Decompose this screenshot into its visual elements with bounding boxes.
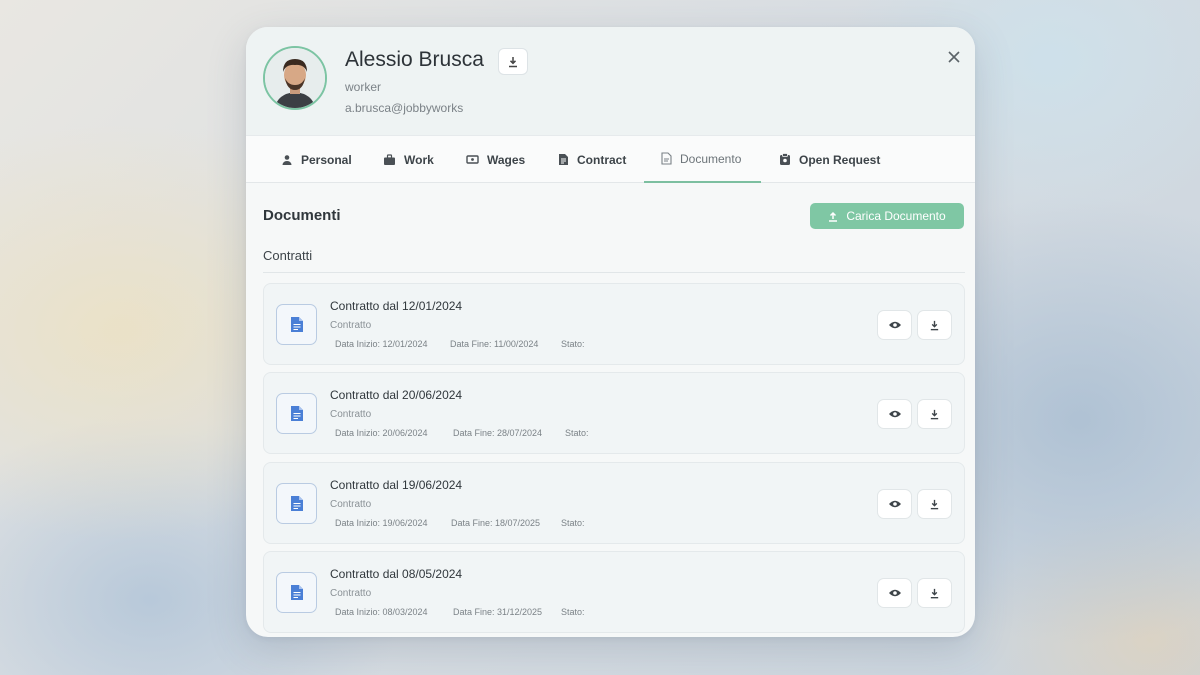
end-date: Data Fine: 31/12/2025 [453, 607, 543, 617]
end-date: Data Fine: 28/07/2024 [453, 428, 543, 438]
eye-icon [888, 589, 901, 597]
start-date: Data Inizio: 20/06/2024 [335, 428, 428, 438]
group-title: Contratti [263, 248, 313, 263]
document-type: Contratto [330, 409, 372, 420]
document-type: Contratto [330, 320, 372, 331]
tab-personal[interactable]: Personal [281, 136, 352, 183]
eye-icon [888, 321, 901, 329]
wallet-icon [466, 155, 479, 164]
upload-document-label: Carica Documento [846, 209, 946, 223]
eye-icon [888, 500, 901, 508]
profile-header: Alessio Brusca worker a.brusca@jobbywork… [246, 27, 975, 135]
document-type: Contratto [330, 499, 372, 510]
download-icon [930, 588, 939, 598]
view-document-button[interactable] [877, 489, 912, 519]
tab-work[interactable]: Work [383, 136, 434, 183]
tab-contract[interactable]: Contract [558, 136, 626, 183]
upload-document-button[interactable]: Carica Documento [810, 203, 964, 229]
tab-label: Work [404, 152, 434, 167]
download-icon [930, 499, 939, 509]
document-title: Contratto dal 19/06/2024 [330, 478, 463, 492]
file-icon [276, 393, 317, 434]
document-title: Contratto dal 08/05/2024 [330, 567, 463, 581]
status-label: Stato: [565, 428, 589, 438]
user-role: worker [345, 80, 382, 94]
document-title: Contratto dal 12/01/2024 [330, 299, 463, 313]
tab-label: Wages [487, 152, 526, 167]
download-document-button[interactable] [917, 578, 952, 608]
tab-label: Open Request [799, 152, 881, 167]
document-type: Contratto [330, 588, 372, 599]
divider [263, 272, 965, 273]
person-icon [282, 154, 292, 165]
status-label: Stato: [561, 607, 585, 617]
eye-icon [888, 410, 901, 418]
user-email: a.brusca@jobbyworks [345, 101, 464, 115]
tab-label: Documento [680, 151, 742, 166]
file-icon [276, 572, 317, 613]
document-card: Contratto dal 08/05/2024 Contratto Data … [263, 551, 965, 633]
tab-open-request[interactable]: Open Request [779, 136, 880, 183]
file-icon [276, 304, 317, 345]
tab-bar: Personal Work Wages Contract Documento O… [246, 135, 975, 183]
request-icon [780, 153, 790, 165]
end-date: Data Fine: 18/07/2025 [451, 518, 541, 528]
avatar [263, 46, 327, 110]
close-button[interactable] [944, 47, 964, 67]
download-profile-button[interactable] [498, 48, 528, 75]
view-document-button[interactable] [877, 578, 912, 608]
document-title: Contratto dal 20/06/2024 [330, 388, 463, 402]
status-label: Stato: [561, 518, 585, 528]
view-document-button[interactable] [877, 399, 912, 429]
briefcase-icon [384, 153, 395, 165]
document-card: Contratto dal 19/06/2024 Contratto Data … [263, 462, 965, 544]
download-icon [509, 56, 517, 67]
contract-icon [559, 154, 568, 165]
document-icon [661, 152, 672, 165]
view-document-button[interactable] [877, 310, 912, 340]
user-name: Alessio Brusca [345, 48, 484, 71]
section-title: Documenti [263, 207, 341, 224]
download-document-button[interactable] [917, 399, 952, 429]
worker-profile-modal: Alessio Brusca worker a.brusca@jobbywork… [246, 27, 975, 637]
file-icon [276, 483, 317, 524]
tab-label: Contract [577, 152, 627, 167]
start-date: Data Inizio: 12/01/2024 [335, 339, 428, 349]
start-date: Data Inizio: 08/03/2024 [335, 607, 428, 617]
end-date: Data Fine: 11/00/2024 [450, 339, 539, 349]
tab-wages[interactable]: Wages [466, 136, 525, 183]
download-document-button[interactable] [917, 489, 952, 519]
document-card: Contratto dal 12/01/2024 Contratto Data … [263, 283, 965, 365]
upload-icon [829, 211, 838, 222]
tab-documento[interactable]: Documento [644, 136, 761, 183]
download-document-button[interactable] [917, 310, 952, 340]
status-label: Stato: [561, 339, 585, 349]
close-icon [948, 51, 960, 63]
tab-label: Personal [301, 152, 352, 167]
download-icon [930, 320, 939, 330]
download-icon [930, 409, 939, 419]
start-date: Data Inizio: 19/06/2024 [335, 518, 428, 528]
document-card: Contratto dal 20/06/2024 Contratto Data … [263, 372, 965, 454]
